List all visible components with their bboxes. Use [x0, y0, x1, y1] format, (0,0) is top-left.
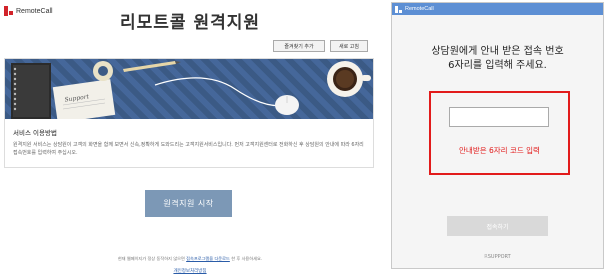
rsupport-logo-text: SUPPORT: [487, 254, 511, 260]
remotecall-app-icon: [395, 5, 402, 13]
code-entry-label: 안내받은 6자리 코드 입력: [459, 146, 540, 155]
download-program-link[interactable]: 접속프로그램을 다운로드: [186, 256, 230, 261]
mouse-icon: [275, 95, 299, 115]
page-title: 리모트콜 원격지원: [119, 13, 261, 33]
paper-note-icon: Support: [52, 79, 116, 119]
start-remote-support-button[interactable]: 원격지원 시작: [145, 190, 232, 217]
coffee-cup-icon: [327, 61, 371, 97]
service-guide-card: Support 서비스 이용방법 원격지원 서비스는 상담원이 고객의 화면을 …: [4, 58, 374, 168]
privacy-policy-link[interactable]: 개인정보처리방침: [0, 268, 380, 274]
remotecall-popup-window: RemoteCall 상담원에게 안내 받은 접속 번호 6자리를 입력해 주세…: [391, 2, 604, 269]
rsupport-logo: RSUPPORT: [392, 254, 603, 260]
footer-prefix: 현재 웹페이지가 정상 동작하지 않으면: [117, 256, 185, 261]
desk-illustration: Support: [11, 61, 371, 119]
add-favorites-button[interactable]: 즐겨찾기 추가: [273, 40, 325, 52]
pencil-icon: [123, 61, 181, 72]
access-code-input[interactable]: [449, 107, 549, 127]
web-page: RemoteCall 리모트콜 원격지원 즐겨찾기 추가 새로 고침 Suppo…: [0, 0, 380, 277]
footer-suffix: 한 후 사용하세요.: [231, 256, 263, 261]
code-entry-highlight-box: 안내받은 6자리 코드 입력: [429, 91, 570, 175]
banner-image: Support: [5, 59, 373, 119]
instruction-line-1: 상담원에게 안내 받은 접속 번호: [431, 46, 564, 57]
connect-button[interactable]: 접속하기: [447, 216, 548, 236]
popup-title: RemoteCall: [405, 6, 434, 12]
section-heading: 서비스 이용방법: [13, 129, 57, 137]
refresh-button[interactable]: 새로 고침: [330, 40, 368, 52]
notebook-icon: [11, 63, 51, 119]
footer-note: 현재 웹페이지가 정상 동작하지 않으면 접속프로그램을 다운로드 한 후 사용…: [0, 256, 380, 262]
section-description: 원격지원 서비스는 상담원이 고객의 화면을 함께 보면서 신속,정확하게 도와…: [13, 142, 364, 156]
popup-titlebar[interactable]: RemoteCall: [392, 3, 603, 15]
instruction-line-2: 6자리를 입력해 주세요.: [448, 60, 547, 71]
tape-roll-icon: [93, 61, 113, 81]
